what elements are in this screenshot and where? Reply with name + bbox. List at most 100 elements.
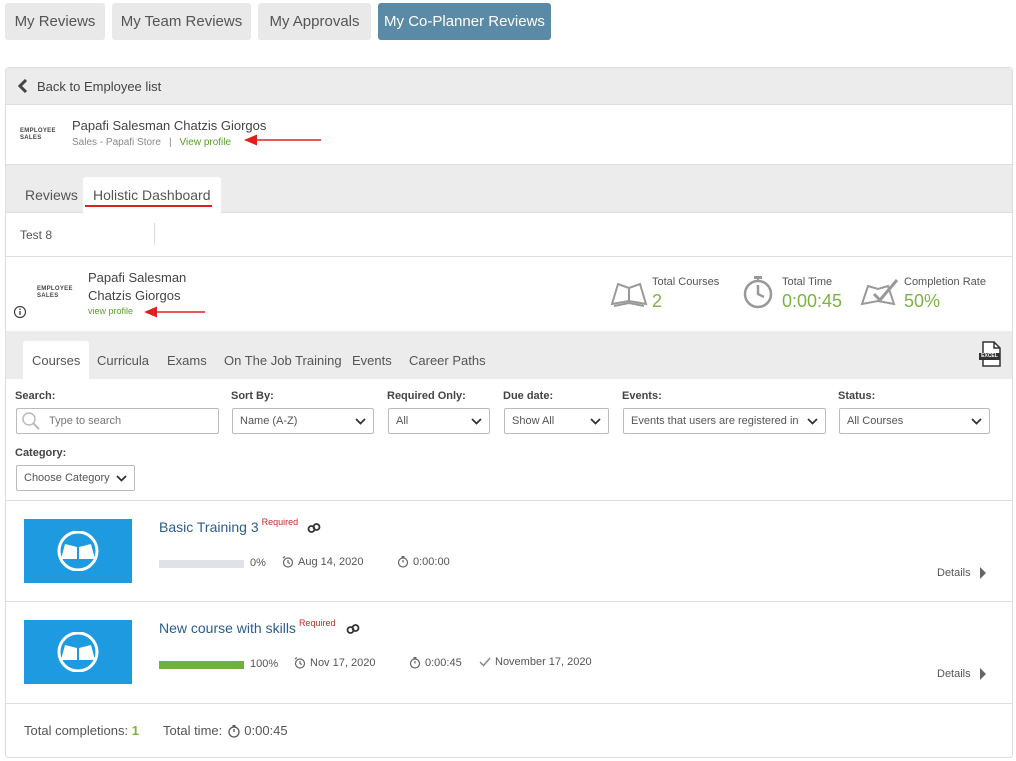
tab-courses[interactable]: Courses [23,341,90,379]
completion-date: November 17, 2020 [479,656,592,668]
progress-bar [159,661,244,669]
tab-my-team-reviews[interactable]: My Team Reviews [112,3,251,40]
info-icon[interactable] [13,305,27,319]
checkmark-icon [479,657,491,667]
stopwatch-icon [294,657,306,669]
events-select[interactable]: Events that users are registered in [623,408,826,434]
required-badge: Required [298,618,336,628]
clock-icon [397,556,409,568]
meta-separator: | [168,137,172,148]
open-book-icon [57,632,99,672]
course-title[interactable]: Basic Training 3 Required [159,517,299,535]
stopwatch-icon [282,556,294,568]
review-sub-tabs: Reviews Holistic Dashboard [6,165,1012,213]
chevron-down-icon [116,475,127,482]
status-select[interactable]: All Courses [839,408,990,434]
search-placeholder: Type to search [49,415,122,427]
due-date-select[interactable]: Show All [504,408,609,434]
stopwatch-icon [743,276,773,309]
total-time-value: 0:00:45 [782,291,843,311]
employee-logo: EMPLOYEE SALES [18,115,58,155]
chevron-down-icon [807,418,818,425]
progress-text: 0% [250,557,266,569]
required-select[interactable]: All [388,408,490,434]
tab-holistic-dashboard[interactable]: Holistic Dashboard [83,177,221,213]
annotation-underline [85,205,212,207]
course-time: 0:00:45 [409,656,462,669]
learning-tabs: Courses Curricula Exams On The Job Train… [6,331,1012,379]
details-link[interactable]: Details [937,668,987,680]
total-time-summary: Total time: 0:00:45 [163,723,288,738]
search-icon [22,412,40,430]
required-badge: Required [261,517,299,527]
category-select[interactable]: Choose Category [16,465,135,491]
employee-header: EMPLOYEE SALES Papafi Salesman Chatzis Gi… [6,104,1012,165]
main-panel: Back to Employee list EMPLOYEE SALES Papa… [5,67,1013,758]
employee-name: Papafi Salesman Chatzis Giorgos [72,118,267,133]
required-label: Required Only: [387,390,466,402]
total-time-label: Total Time [782,276,833,288]
clock-icon [409,657,421,669]
course-title[interactable]: New course with skills Required [159,618,336,636]
progress-text: 100% [250,658,279,670]
chevron-down-icon [971,418,982,425]
status-label: Status: [838,390,876,402]
caret-right-icon [979,567,986,579]
completion-rate-label: Completion Rate [904,276,986,288]
total-completions-value: 1 [131,723,139,738]
details-link[interactable]: Details [937,567,987,579]
search-label: Search: [15,390,56,402]
caret-right-icon [979,668,986,680]
events-label: Events: [622,390,662,402]
clock-icon [228,724,240,738]
employee-second-line: Chatzis Giorgos [88,288,181,303]
open-book-icon [57,531,99,571]
total-completions: Total completions: 1 [24,723,139,738]
review-item[interactable]: Test 8 [20,228,52,242]
chevron-left-icon [18,79,28,93]
tab-events[interactable]: Events [343,341,401,379]
tab-my-co-planner-reviews[interactable]: My Co-Planner Reviews [378,3,551,40]
due-date-label: Due date: [503,390,554,402]
back-to-employee-list-link[interactable]: Back to Employee list [6,68,1012,104]
annotation-arrow-icon-2 [144,306,205,318]
tab-career-paths[interactable]: Career Paths [400,341,495,379]
tab-my-reviews[interactable]: My Reviews [5,3,105,40]
sort-label: Sort By: [231,390,274,402]
book-check-icon [860,279,899,306]
annotation-arrow-icon [244,134,321,146]
tab-exams[interactable]: Exams [158,341,216,379]
link-icon[interactable] [307,522,321,534]
sort-select[interactable]: Name (A-Z) [232,408,374,434]
course-thumbnail[interactable] [24,519,132,583]
employee-first-line: Papafi Salesman [88,270,187,285]
employee-meta: Sales - Papafi Store | View profile [72,137,231,148]
course-row: New course with skills Required 100% Nov … [6,601,1012,702]
tab-reviews[interactable]: Reviews [15,177,88,213]
view-profile-link-2[interactable]: view profile [88,306,133,316]
tab-on-the-job-training[interactable]: On The Job Training [215,341,351,379]
view-profile-link[interactable]: View profile [180,137,232,148]
course-row: Basic Training 3 Required 0% Aug 14, 2020… [6,500,1012,601]
total-courses-value: 2 [652,291,663,311]
due-date: Aug 14, 2020 [282,555,363,568]
due-date: Nov 17, 2020 [294,656,375,669]
chevron-down-icon [355,418,366,425]
total-courses-label: Total Courses [652,276,720,288]
chevron-down-icon [590,418,601,425]
completion-rate-value: 50% [904,291,941,311]
summary-footer: Total completions: 1 Total time: 0:00:45 [6,703,1012,757]
progress-bar [159,560,244,568]
tab-curricula[interactable]: Curricula [88,341,158,379]
employee-logo-small: EMPLOYEE SALES [35,273,75,313]
excel-export-icon[interactable]: EXCEL [978,341,1002,367]
back-label: Back to Employee list [37,78,162,94]
tab-my-approvals[interactable]: My Approvals [258,3,371,40]
chevron-down-icon [471,418,482,425]
course-thumbnail[interactable] [24,620,132,684]
link-icon[interactable] [346,623,360,635]
employee-department: Sales - Papafi Store [72,137,161,148]
search-input[interactable]: Type to search [16,408,219,434]
divider [154,223,155,245]
excel-label: EXCEL [981,353,998,359]
